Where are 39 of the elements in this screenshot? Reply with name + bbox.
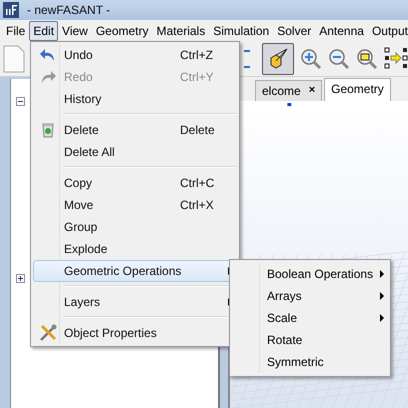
menu-item[interactable]: Copy Ctrl+C bbox=[33, 172, 237, 194]
recycle-bin-icon bbox=[41, 122, 55, 138]
menu-bar-item[interactable]: Antenna bbox=[315, 21, 368, 41]
menu-bar-item[interactable]: Simulation bbox=[209, 21, 274, 41]
expand-icon[interactable] bbox=[16, 274, 25, 283]
menu-item[interactable]: Group bbox=[33, 216, 237, 238]
tab[interactable]: elcome × bbox=[255, 80, 322, 101]
menu-bar-item[interactable]: Solver bbox=[273, 21, 316, 41]
menu-bar-item[interactable]: Output bbox=[368, 21, 408, 41]
menu-bar-item[interactable]: Geometry bbox=[92, 21, 153, 41]
tab[interactable]: Geometry bbox=[324, 78, 391, 101]
tools-icon bbox=[39, 324, 57, 342]
submenu-arrow-icon bbox=[380, 270, 384, 278]
collapse-icon[interactable] bbox=[16, 97, 25, 106]
zoom-out-icon[interactable] bbox=[328, 48, 350, 70]
menu-item[interactable]: History bbox=[33, 88, 237, 110]
app-logo-icon bbox=[3, 2, 19, 18]
submenu-arrow-icon bbox=[380, 314, 384, 322]
zoom-in-icon[interactable] bbox=[300, 48, 322, 70]
menu-item[interactable]: Explode bbox=[33, 238, 237, 260]
menu-item[interactable]: Symmetric bbox=[232, 351, 388, 373]
menu-item[interactable]: Rotate bbox=[232, 329, 388, 351]
menu-bar-item[interactable]: File bbox=[2, 21, 30, 41]
zoom-box-icon[interactable] bbox=[356, 48, 378, 70]
menu-item[interactable]: Scale bbox=[232, 307, 388, 329]
menu-item[interactable]: Arrays bbox=[232, 285, 388, 307]
menu-bar-item[interactable]: Edit bbox=[29, 21, 58, 41]
window-title: - newFASANT - bbox=[27, 3, 110, 17]
redo-arrow-icon bbox=[40, 70, 56, 84]
menu-item[interactable]: Undo Ctrl+Z bbox=[33, 44, 237, 66]
menu-bar-item[interactable]: Materials bbox=[152, 21, 210, 41]
undo-arrow-icon bbox=[40, 48, 56, 62]
menu-bar-item[interactable]: View bbox=[58, 21, 92, 41]
3d-view-button[interactable] bbox=[262, 43, 294, 75]
submenu-arrow-icon bbox=[380, 292, 384, 300]
menu-item[interactable]: Delete All bbox=[33, 141, 237, 163]
menu-item[interactable]: Delete Delete bbox=[33, 119, 237, 141]
swap-arrow-icon[interactable] bbox=[384, 47, 408, 71]
menu-item[interactable]: Move Ctrl+X bbox=[33, 194, 237, 216]
